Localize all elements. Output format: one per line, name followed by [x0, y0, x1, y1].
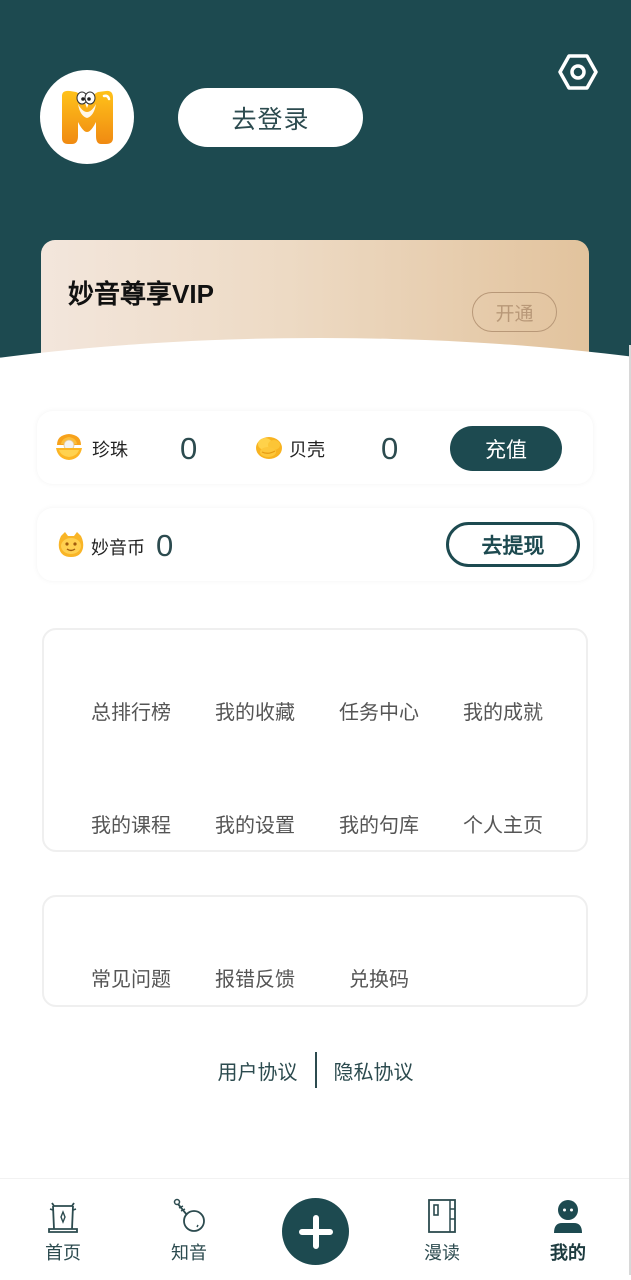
pipa-instrument-icon [173, 1198, 205, 1232]
recharge-button[interactable]: 充值 [450, 426, 562, 471]
create-button[interactable] [282, 1198, 349, 1265]
vip-title: 妙音尊享VIP [68, 279, 214, 309]
menu-item-profile-page[interactable]: 个人主页 [441, 809, 565, 838]
plus-icon [298, 1214, 333, 1249]
menu-item-faq[interactable]: 常见问题 [69, 963, 193, 992]
menu-item-redeem-code[interactable]: 兑换码 [317, 963, 441, 992]
coin-value: 0 [156, 528, 174, 563]
privacy-policy-link[interactable]: 隐私协议 [317, 1056, 431, 1085]
wallet-card: 珍珠 0 贝壳 0 充值 [37, 411, 593, 484]
menu-item-feedback[interactable]: 报错反馈 [193, 963, 317, 992]
coin-card: 妙音币 0 去提现 [37, 508, 593, 581]
settings-icon [558, 54, 598, 90]
settings-button[interactable] [558, 52, 598, 92]
user-agreement-link[interactable]: 用户协议 [201, 1056, 315, 1085]
menu-item-task-center[interactable]: 任务中心 [317, 696, 441, 725]
pearl-shell-icon [56, 434, 82, 460]
legal-links: 用户协议 隐私协议 [0, 1052, 631, 1088]
shell-label: 贝壳 [289, 440, 325, 461]
menu-item-settings[interactable]: 我的设置 [193, 809, 317, 838]
book-icon [428, 1199, 456, 1233]
pearl-value: 0 [180, 431, 198, 466]
tab-mine[interactable]: 我的 [528, 1197, 608, 1265]
app-logo-icon [62, 90, 113, 144]
tab-zhiyin[interactable]: 知音 [149, 1197, 229, 1265]
miaoyin-coin-icon [58, 532, 84, 557]
vip-open-button[interactable]: 开通 [472, 292, 557, 332]
login-button[interactable]: 去登录 [178, 88, 363, 147]
tab-home-label: 首页 [45, 1243, 81, 1264]
tab-reading-label: 漫读 [424, 1243, 460, 1264]
avatar[interactable] [40, 70, 134, 164]
pearl-label: 珍珠 [92, 440, 128, 461]
menu-item-sentence-library[interactable]: 我的句库 [317, 809, 441, 838]
menu-item-achievements[interactable]: 我的成就 [441, 696, 565, 725]
menu-item-courses[interactable]: 我的课程 [69, 809, 193, 838]
tab-home[interactable]: 首页 [23, 1197, 103, 1265]
tab-reading[interactable]: 漫读 [402, 1197, 482, 1265]
gold-shell-icon [256, 437, 282, 459]
shell-value: 0 [381, 431, 399, 466]
bottom-tab-bar: 首页 知音 漫读 我的 [0, 1178, 631, 1280]
withdraw-button[interactable]: 去提现 [446, 522, 580, 567]
help-menu-card: 常见问题 报错反馈 兑换码 [42, 895, 588, 1007]
tab-zhiyin-label: 知音 [171, 1243, 207, 1264]
user-icon [554, 1200, 582, 1233]
feature-menu-card: 总排行榜 我的收藏 任务中心 我的成就 我的课程 我的设置 我的句库 个人主页 [42, 628, 588, 852]
home-gate-icon [48, 1202, 78, 1233]
menu-item-favorites[interactable]: 我的收藏 [193, 696, 317, 725]
tab-mine-label: 我的 [550, 1243, 586, 1264]
coin-label: 妙音币 [91, 538, 145, 559]
menu-item-leaderboard[interactable]: 总排行榜 [69, 696, 193, 725]
